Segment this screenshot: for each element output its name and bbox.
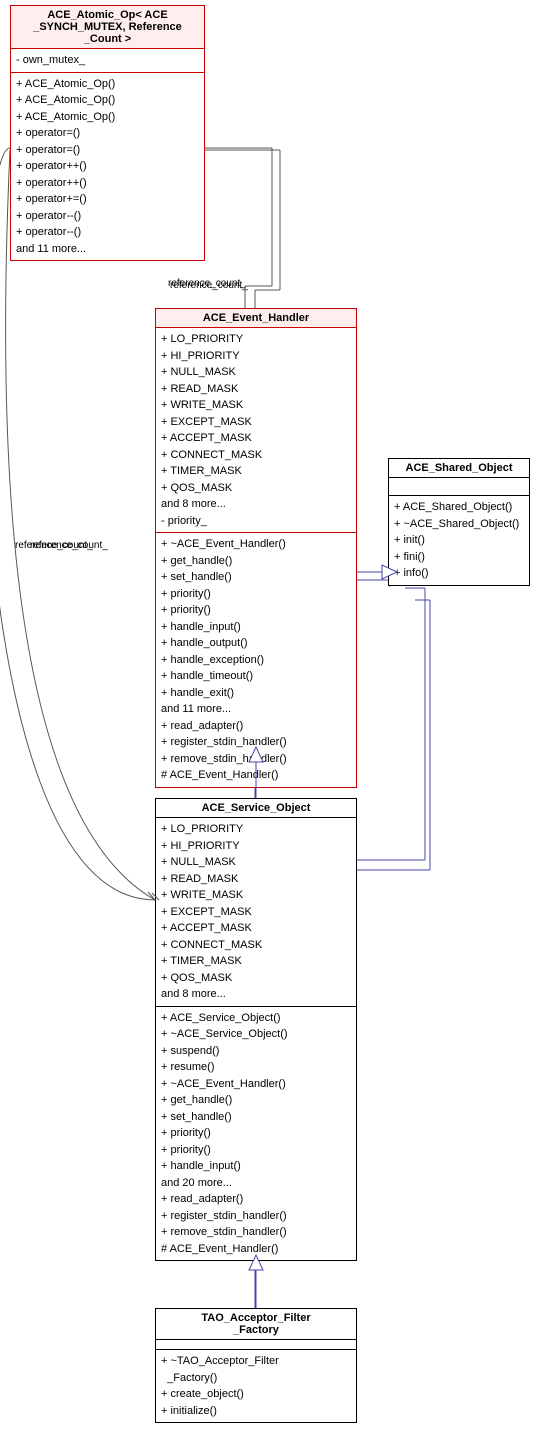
box-shared-object: ACE_Shared_Object + ACE_Shared_Object() … bbox=[388, 458, 530, 586]
box-shared-object-methods: + ACE_Shared_Object() + ~ACE_Shared_Obje… bbox=[389, 496, 529, 585]
box-event-handler-title: ACE_Event_Handler bbox=[156, 309, 356, 328]
box-service-object-title: ACE_Service_Object bbox=[156, 799, 356, 818]
box-atomic-op-title: ACE_Atomic_Op< ACE_SYNCH_MUTEX, Referenc… bbox=[11, 6, 204, 49]
box-shared-object-empty bbox=[389, 478, 529, 496]
box-event-handler: ACE_Event_Handler + LO_PRIORITY + HI_PRI… bbox=[155, 308, 357, 788]
box-tao-factory-title: TAO_Acceptor_Filter_Factory bbox=[156, 1309, 356, 1340]
box-atomic-op-fields: - own_mutex_ bbox=[11, 49, 204, 73]
box-event-handler-constants: + LO_PRIORITY + HI_PRIORITY + NULL_MASK … bbox=[156, 328, 356, 533]
box-shared-object-title: ACE_Shared_Object bbox=[389, 459, 529, 478]
diagram-container: reference_count_ reference_count_ ACE_At… bbox=[0, 0, 540, 1440]
ref-count-label-top: reference_count_ bbox=[168, 278, 246, 289]
box-tao-factory-methods: + ~TAO_Acceptor_Filter _Factory() + crea… bbox=[156, 1350, 356, 1422]
box-atomic-op: ACE_Atomic_Op< ACE_SYNCH_MUTEX, Referenc… bbox=[10, 5, 205, 261]
box-service-object: ACE_Service_Object + LO_PRIORITY + HI_PR… bbox=[155, 798, 357, 1261]
box-service-object-methods: + ACE_Service_Object() + ~ACE_Service_Ob… bbox=[156, 1007, 356, 1261]
box-service-object-constants: + LO_PRIORITY + HI_PRIORITY + NULL_MASK … bbox=[156, 818, 356, 1007]
box-atomic-op-methods: + ACE_Atomic_Op() + ACE_Atomic_Op() + AC… bbox=[11, 73, 204, 261]
ref-count-label-left: reference_count_ bbox=[30, 540, 108, 551]
box-tao-factory: TAO_Acceptor_Filter_Factory + ~TAO_Accep… bbox=[155, 1308, 357, 1423]
box-event-handler-methods: + ~ACE_Event_Handler() + get_handle() + … bbox=[156, 533, 356, 787]
box-tao-factory-empty bbox=[156, 1340, 356, 1350]
